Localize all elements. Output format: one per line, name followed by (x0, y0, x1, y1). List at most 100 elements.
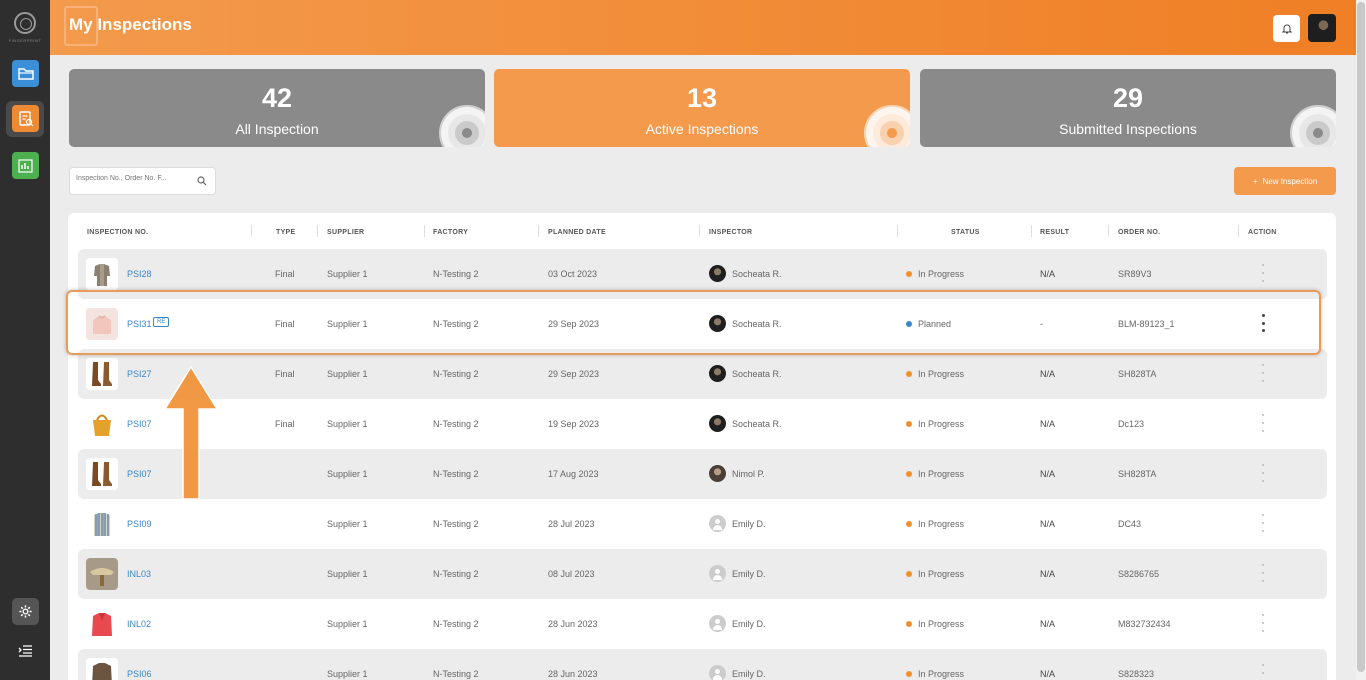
column-header[interactable]: RESULT (1040, 229, 1069, 236)
stat-label: Submitted Inspections (1059, 121, 1197, 137)
inspection-number-link[interactable]: INL03 (127, 569, 151, 579)
inspection-number-link[interactable]: INL02 (127, 619, 151, 629)
inspector-avatar (709, 315, 726, 332)
factory-cell: N-Testing 2 (433, 319, 479, 329)
table-row[interactable]: PSI27 Final Supplier 1 N-Testing 2 29 Se… (78, 349, 1327, 399)
new-inspection-button[interactable]: + New Inspection (1234, 167, 1336, 195)
column-header[interactable]: SUPPLIER (327, 229, 364, 236)
gear-icon (19, 605, 32, 618)
inspection-number-link[interactable]: PSI31 (127, 319, 152, 329)
sidebar-item-settings[interactable] (12, 598, 39, 625)
result-cell: N/A (1040, 619, 1056, 629)
order-number-cell: BLM-89123_1 (1118, 319, 1175, 329)
table-row[interactable]: INL03 Supplier 1 N-Testing 2 08 Jul 2023… (78, 549, 1327, 599)
result-cell: N/A (1040, 519, 1056, 529)
sidebar-item-inspections[interactable] (12, 105, 39, 132)
row-actions-button[interactable] (1261, 564, 1265, 582)
inspection-number-link[interactable]: PSI07 (127, 419, 152, 429)
factory-cell: N-Testing 2 (433, 619, 479, 629)
column-header[interactable]: STATUS (951, 229, 980, 236)
factory-cell: N-Testing 2 (433, 669, 479, 679)
column-header[interactable]: TYPE (276, 229, 295, 236)
inspection-number-link[interactable]: PSI07 (127, 469, 152, 479)
planned-date-cell: 28 Jun 2023 (548, 619, 598, 629)
result-cell: N/A (1040, 269, 1056, 279)
factory-cell: N-Testing 2 (433, 569, 479, 579)
planned-date-cell: 28 Jun 2023 (548, 669, 598, 679)
product-thumbnail (86, 508, 118, 540)
result-cell: N/A (1040, 419, 1056, 429)
row-actions-button[interactable] (1261, 514, 1265, 532)
column-header[interactable]: ORDER NO. (1118, 229, 1160, 236)
bar-chart-icon (18, 158, 33, 173)
sidebar-item-reports[interactable] (12, 152, 39, 179)
factory-cell: N-Testing 2 (433, 469, 479, 479)
order-number-cell: Dc123 (1118, 419, 1145, 429)
supplier-cell: Supplier 1 (327, 319, 368, 329)
inspector-name: Emily D. (732, 569, 766, 579)
sidebar-collapse-button[interactable] (12, 637, 39, 664)
stat-card-all[interactable]: 42 All Inspection (69, 69, 485, 147)
column-header[interactable]: INSPECTION NO. (87, 229, 148, 236)
factory-cell: N-Testing 2 (433, 269, 479, 279)
result-cell: N/A (1040, 369, 1056, 379)
row-actions-button[interactable] (1261, 464, 1265, 482)
inspection-number-link[interactable]: PSI06 (127, 669, 152, 679)
search-icon[interactable] (197, 176, 207, 186)
row-actions-button[interactable] (1261, 414, 1265, 432)
inspection-number-link[interactable]: PSI27 (127, 369, 152, 379)
user-avatar[interactable] (1308, 14, 1336, 42)
table-row[interactable]: PSI31 RE Final Supplier 1 N-Testing 2 29… (78, 299, 1327, 349)
status-text: In Progress (918, 469, 965, 479)
result-cell: - (1040, 319, 1043, 329)
column-header[interactable]: FACTORY (433, 229, 468, 236)
inspector-avatar (709, 615, 726, 632)
table-row[interactable]: PSI06 Supplier 1 N-Testing 2 28 Jun 2023… (78, 649, 1327, 680)
inspection-number-link[interactable]: PSI09 (127, 519, 152, 529)
type-cell: Final (275, 319, 295, 329)
planned-date-cell: 03 Oct 2023 (548, 269, 598, 279)
status-dot (906, 621, 912, 627)
status-dot (906, 421, 912, 427)
page-scrollbar[interactable] (1356, 0, 1366, 680)
table-row[interactable]: PSI07 Supplier 1 N-Testing 2 17 Aug 2023… (78, 449, 1327, 499)
page-title: My Inspections (69, 15, 192, 34)
status-dot (906, 321, 912, 327)
table-row[interactable]: PSI07 Final Supplier 1 N-Testing 2 19 Se… (78, 399, 1327, 449)
column-divider (317, 225, 318, 237)
product-thumbnail (86, 558, 118, 590)
column-header[interactable]: INSPECTOR (709, 229, 752, 236)
table-row[interactable]: INL02 Supplier 1 N-Testing 2 28 Jun 2023… (78, 599, 1327, 649)
type-cell: Final (275, 419, 295, 429)
row-actions-button[interactable] (1261, 314, 1265, 332)
supplier-cell: Supplier 1 (327, 369, 368, 379)
table-row[interactable]: PSI28 Final Supplier 1 N-Testing 2 03 Oc… (78, 249, 1327, 299)
inspection-number-link[interactable]: PSI28 (127, 269, 152, 279)
column-header[interactable]: PLANNED DATE (548, 229, 606, 236)
brand-logo-icon[interactable] (14, 12, 36, 34)
sidebar: FINGERPRINT (0, 0, 50, 680)
inspection-doc-icon (18, 110, 33, 126)
supplier-cell: Supplier 1 (327, 419, 368, 429)
search-input[interactable] (76, 175, 194, 182)
status-dot (906, 571, 912, 577)
scrollbar-thumb[interactable] (1357, 2, 1365, 672)
table-row[interactable]: PSI09 Supplier 1 N-Testing 2 28 Jul 2023… (78, 499, 1327, 549)
annotation-arrow-icon (163, 365, 219, 500)
row-actions-button[interactable] (1261, 664, 1265, 680)
row-actions-button[interactable] (1261, 264, 1265, 282)
stat-card-submitted[interactable]: 29 Submitted Inspections (920, 69, 1336, 147)
row-actions-button[interactable] (1261, 614, 1265, 632)
stat-label: All Inspection (235, 121, 319, 137)
status-text: In Progress (918, 569, 965, 579)
sidebar-item-folder[interactable] (12, 60, 39, 87)
brand-logo-text: FINGERPRINT (8, 38, 42, 43)
column-header[interactable]: ACTION (1248, 229, 1277, 236)
product-thumbnail (86, 458, 118, 490)
planned-date-cell: 19 Sep 2023 (548, 419, 600, 429)
notifications-button[interactable] (1273, 15, 1300, 42)
inspections-table: INSPECTION NO. TYPE SUPPLIER FACTORY PLA… (68, 213, 1336, 680)
row-actions-button[interactable] (1261, 364, 1265, 382)
status-text: In Progress (918, 669, 965, 679)
stat-card-active[interactable]: 13 Active Inspections (494, 69, 910, 147)
